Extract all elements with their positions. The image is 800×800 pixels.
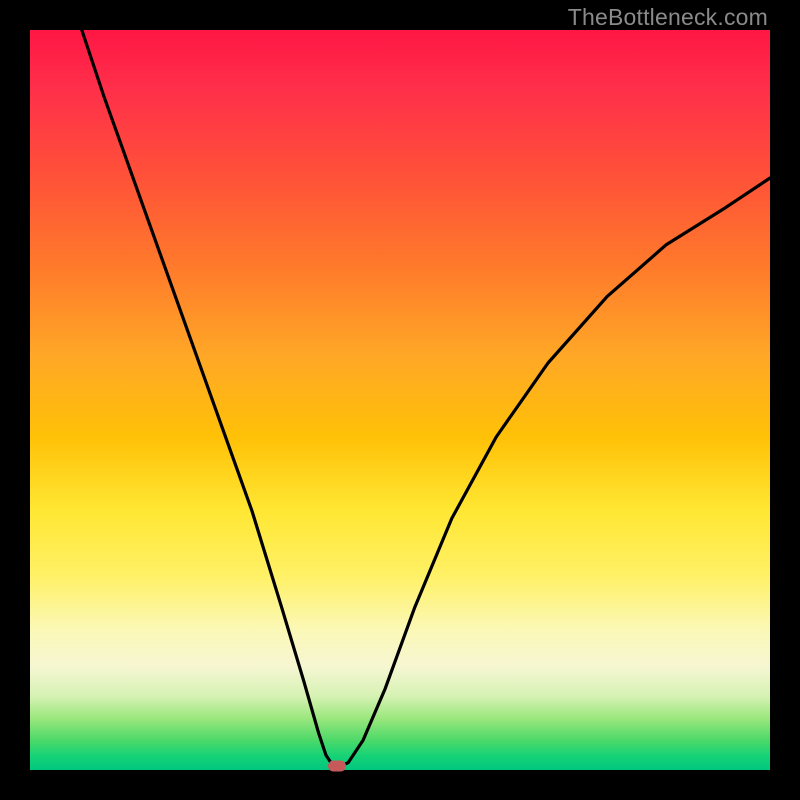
minimum-marker bbox=[328, 761, 346, 772]
chart-frame: TheBottleneck.com bbox=[0, 0, 800, 800]
bottleneck-curve bbox=[30, 30, 770, 770]
plot-area bbox=[30, 30, 770, 770]
watermark-text: TheBottleneck.com bbox=[568, 4, 768, 31]
